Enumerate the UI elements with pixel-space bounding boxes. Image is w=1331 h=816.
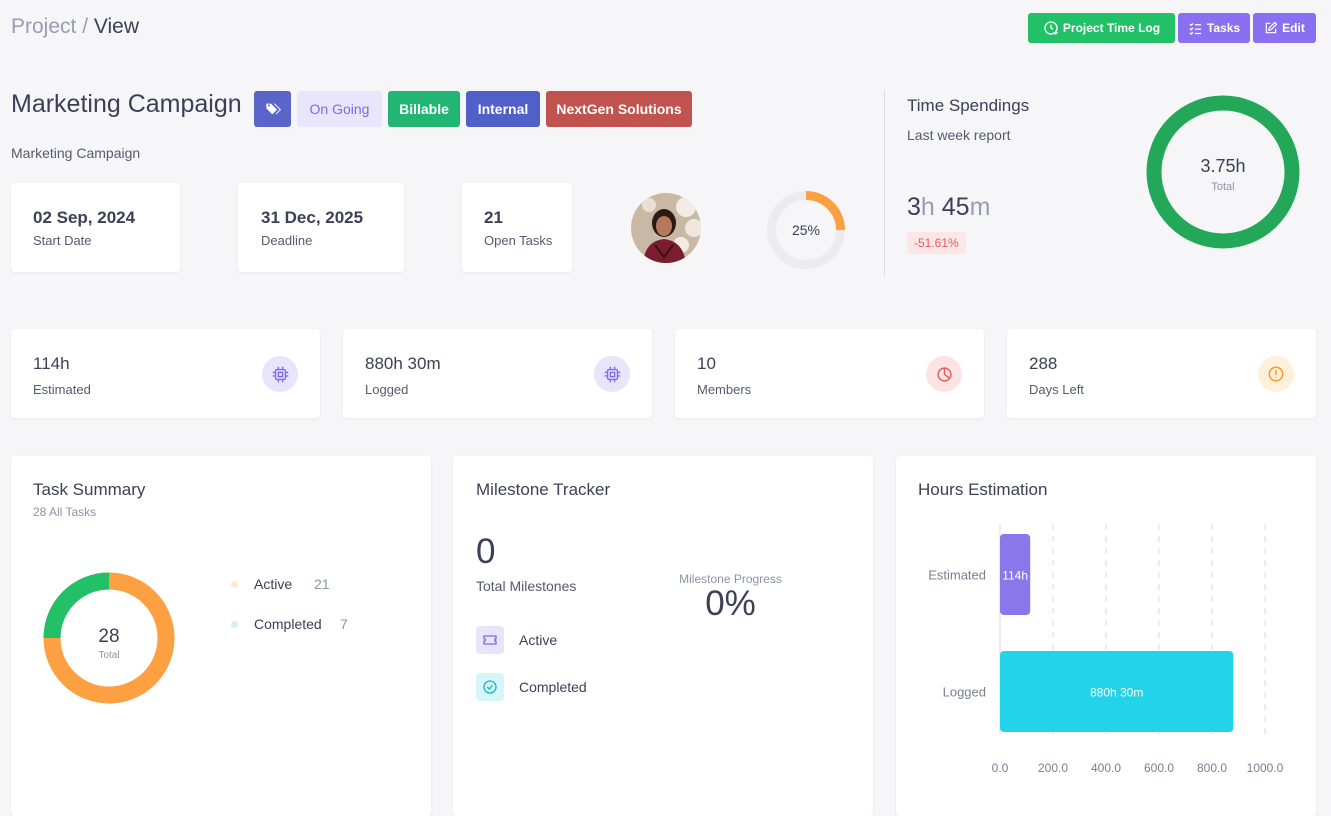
progress-label: 25% bbox=[792, 222, 820, 238]
breadcrumb-parent[interactable]: Project bbox=[11, 15, 76, 38]
edit-button[interactable]: Edit bbox=[1253, 13, 1316, 43]
x-tick-label: 1000.0 bbox=[1247, 761, 1284, 775]
milestone-title: Milestone Tracker bbox=[476, 480, 611, 499]
milestone-item-active: Active bbox=[476, 626, 557, 654]
internal-badge: Internal bbox=[466, 91, 540, 127]
tags-button[interactable] bbox=[254, 91, 291, 127]
kpi-card-members: 10 Members bbox=[675, 329, 984, 418]
kpi-card-days-left: 288 Days Left bbox=[1007, 329, 1316, 418]
data-label: 114h bbox=[1002, 569, 1028, 583]
x-tick-label: 600.0 bbox=[1144, 761, 1174, 775]
milestone-progress-value: 0% bbox=[705, 584, 756, 623]
open-tasks-value: 21 bbox=[484, 208, 503, 227]
start-date-card: 02 Sep, 2024 Start Date bbox=[11, 183, 180, 272]
time-spendings-value: 3h 45m bbox=[907, 193, 990, 222]
kpi-card-estimated: 114h Estimated bbox=[11, 329, 320, 418]
project-time-log-label: Project Time Log bbox=[1062, 21, 1161, 35]
legend-count: 7 bbox=[340, 616, 348, 632]
open-tasks-card: 21 Open Tasks bbox=[462, 183, 572, 272]
x-tick-label: 0.0 bbox=[992, 761, 1009, 775]
legend-dot bbox=[231, 620, 238, 628]
progress-donut: 25% bbox=[767, 191, 845, 269]
breadcrumb-separator: / bbox=[76, 15, 94, 38]
ticket-icon bbox=[476, 626, 504, 654]
task-donut: 28 Total bbox=[43, 572, 175, 704]
tasks-label: Tasks bbox=[1206, 21, 1241, 35]
milestone-item-label: Active bbox=[519, 632, 558, 648]
x-tick-label: 800.0 bbox=[1197, 761, 1227, 775]
x-tick-label: 400.0 bbox=[1091, 761, 1121, 775]
change-badge: -51.61% bbox=[907, 232, 966, 254]
data-label: 880h 30m bbox=[1090, 686, 1143, 700]
edit-icon bbox=[1265, 21, 1278, 34]
y-tick-label: Estimated bbox=[928, 568, 986, 583]
minutes-value: 45 bbox=[941, 193, 970, 221]
legend-completed: Completed 7 bbox=[231, 616, 348, 632]
pie-chart-icon bbox=[926, 356, 962, 392]
cpu-icon bbox=[262, 356, 298, 392]
hours-value: 3 bbox=[907, 193, 921, 221]
start-date-label: Start Date bbox=[33, 233, 92, 248]
alert-circle-icon bbox=[1258, 356, 1294, 392]
time-total-label: Total bbox=[1211, 181, 1234, 193]
check-circle-icon bbox=[476, 673, 504, 701]
page-title: Marketing Campaign bbox=[11, 90, 242, 118]
billable-badge: Billable bbox=[388, 91, 460, 127]
project-time-log-button[interactable]: Project Time Log bbox=[1028, 13, 1175, 43]
y-tick-label: Logged bbox=[943, 685, 986, 700]
clock-plus-icon bbox=[1044, 21, 1058, 35]
task-summary-subtitle: 28 All Tasks bbox=[33, 505, 97, 519]
legend-active: Active 21 bbox=[231, 576, 330, 592]
minutes-unit: m bbox=[969, 193, 991, 221]
client-badge: NextGen Solutions bbox=[546, 91, 692, 127]
section-divider bbox=[884, 90, 885, 277]
status-badge: On Going bbox=[297, 91, 382, 127]
hours-unit: h bbox=[920, 193, 935, 221]
milestone-total-label: Total Milestones bbox=[476, 578, 577, 594]
task-summary-title: Task Summary bbox=[33, 480, 146, 499]
task-total-label: Total bbox=[98, 650, 119, 661]
tasks-button[interactable]: Tasks bbox=[1178, 13, 1250, 43]
task-total: 28 bbox=[98, 626, 119, 647]
hours-chart: 0.0 200.0 400.0 600.0 800.0 1000.0 Estimated 11… bbox=[928, 524, 1284, 775]
kpi-card-logged: 880h 30m Logged bbox=[343, 329, 652, 418]
cpu-icon bbox=[594, 356, 630, 392]
milestone-item-label: Completed bbox=[519, 679, 587, 695]
breadcrumb-current: View bbox=[93, 15, 140, 38]
deadline-card: 31 Dec, 2025 Deadline bbox=[238, 183, 404, 272]
milestone-total: 0 bbox=[476, 532, 496, 571]
list-check-icon bbox=[1189, 22, 1202, 35]
avatar[interactable] bbox=[631, 193, 701, 263]
legend-label: Active bbox=[254, 576, 293, 592]
x-tick-label: 200.0 bbox=[1038, 761, 1068, 775]
project-subtitle: Marketing Campaign bbox=[11, 145, 141, 161]
legend-count: 21 bbox=[314, 576, 330, 592]
legend-label: Completed bbox=[254, 616, 322, 632]
hours-estimation-card: Hours Estimation 0.0 200.0 400.0 600.0 800.0… bbox=[896, 456, 1316, 816]
time-total-donut: 3.75h Total bbox=[1146, 95, 1300, 249]
breadcrumb: Project / View bbox=[11, 15, 139, 39]
open-tasks-label: Open Tasks bbox=[484, 233, 553, 248]
deadline-label: Deadline bbox=[261, 233, 313, 248]
time-spendings-subtitle: Last week report bbox=[907, 127, 1011, 143]
time-spendings-title: Time Spendings bbox=[907, 96, 1030, 115]
tag-icon bbox=[265, 103, 281, 115]
legend-dot bbox=[231, 580, 238, 588]
edit-label: Edit bbox=[1282, 21, 1305, 35]
milestone-item-completed: Completed bbox=[476, 673, 587, 701]
time-total-value: 3.75h bbox=[1200, 156, 1245, 176]
deadline-value: 31 Dec, 2025 bbox=[261, 208, 364, 227]
task-summary-card: Task Summary 28 All Tasks 28 Total Activ… bbox=[11, 456, 431, 816]
start-date-value: 02 Sep, 2024 bbox=[33, 208, 136, 227]
milestone-tracker-card: Milestone Tracker 0 Total Milestones Mil… bbox=[453, 456, 873, 816]
